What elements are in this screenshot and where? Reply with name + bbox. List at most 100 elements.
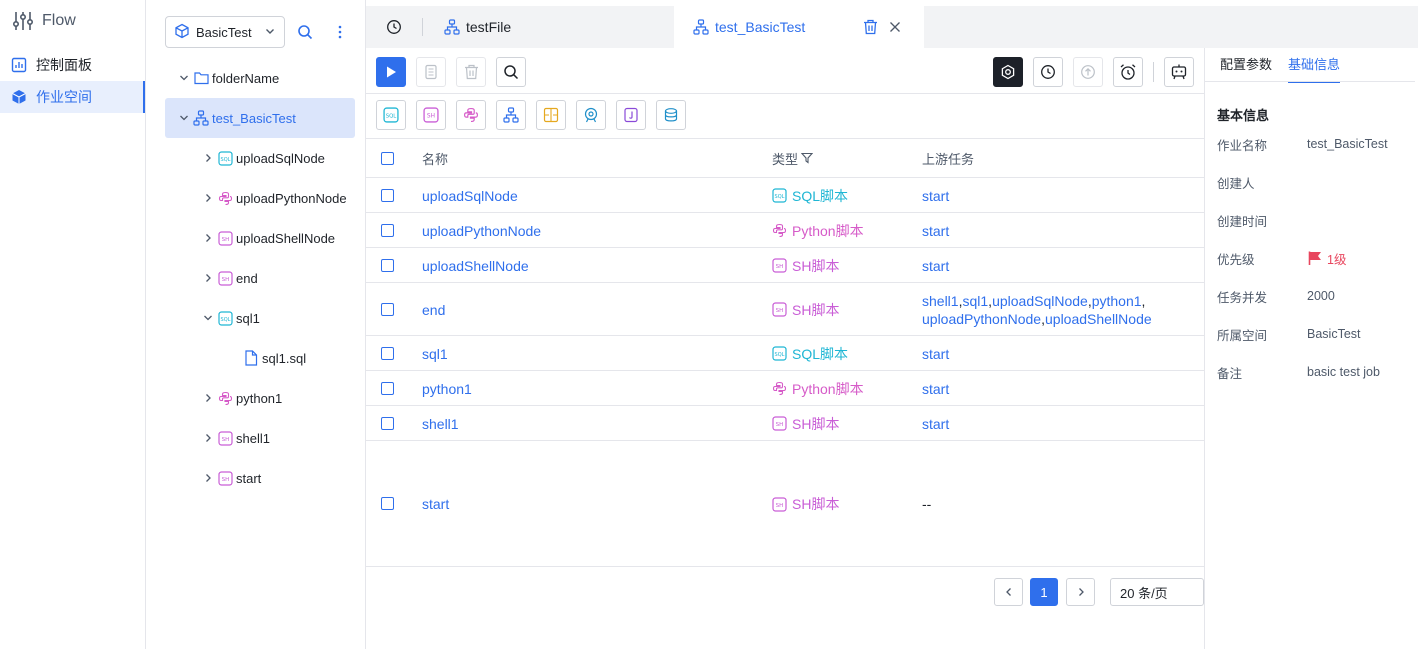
chevron-right-icon[interactable] bbox=[201, 271, 215, 285]
chevron-right-icon bbox=[1078, 588, 1084, 596]
row-checkbox[interactable] bbox=[381, 381, 394, 395]
page-size-select[interactable]: 20 条/页 bbox=[1110, 578, 1204, 606]
tree-node-folder[interactable]: folderName bbox=[165, 58, 355, 98]
filter-icon[interactable] bbox=[801, 152, 814, 164]
tree-node-python[interactable]: uploadPythonNode bbox=[165, 178, 355, 218]
add-sql-node-button[interactable]: SQL bbox=[376, 100, 406, 130]
node-name-link[interactable]: sql1 bbox=[422, 336, 448, 371]
add-subflow-node-button[interactable] bbox=[496, 100, 526, 130]
tree-node-sql[interactable]: SQL uploadSqlNode bbox=[165, 138, 355, 178]
row-checkbox[interactable] bbox=[381, 188, 394, 202]
chevron-down-icon[interactable] bbox=[177, 111, 191, 125]
node-name-link[interactable]: shell1 bbox=[422, 406, 459, 441]
upstream-task-link[interactable]: start bbox=[922, 187, 949, 205]
upstream-task-link[interactable]: start bbox=[922, 222, 949, 240]
row-checkbox[interactable] bbox=[381, 302, 394, 316]
chevron-right-icon[interactable] bbox=[201, 471, 215, 485]
database-icon bbox=[664, 108, 678, 122]
search-button[interactable] bbox=[496, 57, 526, 87]
add-shell-node-button[interactable]: SH bbox=[416, 100, 446, 130]
tab-test-basictest[interactable]: test_BasicTest bbox=[674, 6, 924, 48]
tab-basic-info[interactable]: 基础信息 bbox=[1288, 54, 1341, 83]
add-api-node-button[interactable] bbox=[576, 100, 606, 130]
tree-node-file[interactable]: sql1.sql bbox=[165, 338, 355, 378]
monitor-button[interactable] bbox=[1164, 57, 1194, 87]
row-checkbox[interactable] bbox=[381, 258, 394, 272]
info-label: 创建人 bbox=[1217, 176, 1255, 191]
tree-node-workflow-selected[interactable]: test_BasicTest bbox=[165, 98, 355, 138]
column-header-type[interactable]: 类型 bbox=[772, 139, 814, 177]
info-label: 所属空间 bbox=[1217, 328, 1268, 343]
upstream-task-link[interactable]: sql1 bbox=[962, 292, 988, 310]
info-row-priority: 优先级 1级 bbox=[1217, 248, 1417, 268]
trash-icon[interactable] bbox=[863, 19, 878, 38]
select-all-checkbox[interactable] bbox=[381, 152, 394, 165]
tab-testfile[interactable]: testFile bbox=[444, 6, 594, 48]
tree-node-python[interactable]: python1 bbox=[165, 378, 355, 418]
node-name-link[interactable]: uploadShellNode bbox=[422, 248, 529, 283]
app-title: Flow bbox=[42, 12, 76, 29]
run-button[interactable] bbox=[376, 57, 406, 87]
node-type: Python脚本 bbox=[772, 371, 864, 406]
next-page-button[interactable] bbox=[1066, 578, 1095, 606]
node-type-label: SQL脚本 bbox=[792, 187, 849, 204]
add-python-node-button[interactable] bbox=[456, 100, 486, 130]
node-name-link[interactable]: uploadPythonNode bbox=[422, 213, 541, 248]
chevron-down-icon[interactable] bbox=[201, 311, 215, 325]
tree-node-shell[interactable]: SH shell1 bbox=[165, 418, 355, 458]
api-icon bbox=[584, 107, 598, 123]
svg-text:SQL: SQL bbox=[220, 157, 230, 163]
chevron-right-icon[interactable] bbox=[201, 391, 215, 405]
nav-item-dashboard[interactable]: 控制面板 bbox=[0, 49, 145, 81]
upstream-task-link[interactable]: start bbox=[922, 415, 949, 433]
upstream-task-link[interactable]: shell1 bbox=[922, 292, 959, 310]
add-condition-node-button[interactable] bbox=[536, 100, 566, 130]
close-icon[interactable] bbox=[889, 20, 901, 36]
upstream-tasks: start bbox=[922, 406, 1192, 441]
chevron-right-icon[interactable] bbox=[201, 431, 215, 445]
tree-node-shell[interactable]: SH end bbox=[165, 258, 355, 298]
tree-node-shell[interactable]: SH uploadShellNode bbox=[165, 218, 355, 258]
publish-button[interactable] bbox=[1073, 57, 1103, 87]
upstream-task-link[interactable]: uploadSqlNode bbox=[992, 292, 1088, 310]
nav-item-workspace[interactable]: 作业空间 bbox=[0, 81, 145, 113]
schedule-button[interactable] bbox=[1033, 57, 1063, 87]
add-database-node-button[interactable] bbox=[656, 100, 686, 130]
log-button[interactable] bbox=[416, 57, 446, 87]
node-name-link[interactable]: python1 bbox=[422, 371, 472, 406]
row-checkbox[interactable] bbox=[381, 346, 394, 360]
node-name-link[interactable]: end bbox=[422, 283, 445, 336]
upstream-tasks: shell1, sql1, uploadSqlNode, python1, upload… bbox=[922, 283, 1192, 336]
prev-page-button[interactable] bbox=[994, 578, 1023, 606]
tree-node-shell[interactable]: SH start bbox=[165, 458, 355, 498]
row-checkbox[interactable] bbox=[381, 497, 394, 510]
alarm-button[interactable] bbox=[1113, 57, 1143, 87]
delete-button[interactable] bbox=[456, 57, 486, 87]
chevron-right-icon[interactable] bbox=[201, 231, 215, 245]
upstream-task-link[interactable]: start bbox=[922, 345, 949, 363]
chevron-down-icon[interactable] bbox=[177, 71, 191, 85]
node-name-link[interactable]: uploadSqlNode bbox=[422, 178, 518, 213]
search-icon bbox=[504, 65, 519, 80]
tab-config-params[interactable]: 配置参数 bbox=[1220, 54, 1272, 81]
row-checkbox[interactable] bbox=[381, 223, 394, 237]
tree-more-button[interactable] bbox=[330, 22, 350, 42]
add-jar-node-button[interactable] bbox=[616, 100, 646, 130]
tree-search-button[interactable] bbox=[295, 22, 315, 42]
upstream-task-link[interactable]: uploadShellNode bbox=[1045, 310, 1152, 328]
tab-history[interactable] bbox=[386, 6, 416, 48]
workspace-select[interactable]: BasicTest bbox=[165, 16, 285, 48]
upstream-task-link[interactable]: python1 bbox=[1092, 292, 1142, 310]
tree-node-sql[interactable]: SQL sql1 bbox=[165, 298, 355, 338]
chevron-right-icon[interactable] bbox=[201, 151, 215, 165]
upstream-task-link[interactable]: start bbox=[922, 380, 949, 398]
settings-button[interactable] bbox=[993, 57, 1023, 87]
toolbar-divider-line bbox=[366, 93, 1204, 94]
chevron-right-icon[interactable] bbox=[201, 191, 215, 205]
row-checkbox[interactable] bbox=[381, 416, 394, 430]
page-button-current[interactable]: 1 bbox=[1030, 578, 1058, 606]
node-name-link[interactable]: start bbox=[422, 441, 449, 567]
upstream-task-link[interactable]: uploadPythonNode bbox=[922, 310, 1041, 328]
upstream-task-link[interactable]: start bbox=[922, 257, 949, 275]
main-nav: Flow 控制面板 作业空间 bbox=[0, 0, 146, 649]
